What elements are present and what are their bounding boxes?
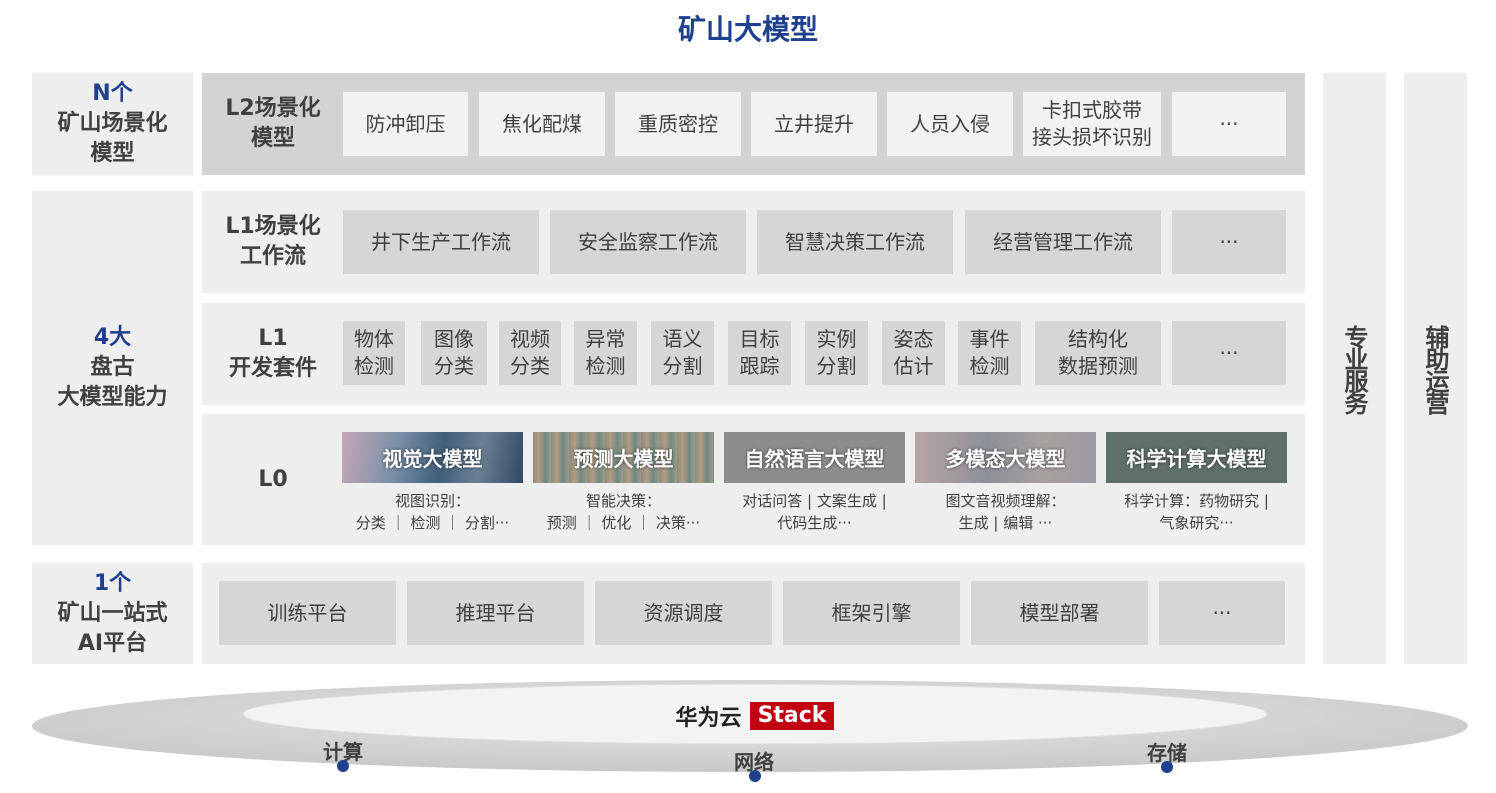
l1-kit-item[interactable]: 物体 检测 — [343, 321, 405, 385]
row-label-line: 开发套件 — [228, 356, 317, 381]
platform-item[interactable]: 框架引擎 — [783, 581, 960, 645]
side-auxiliary-operations: 辅助运营 — [1404, 73, 1467, 664]
row-label-l0: L0 — [258, 466, 288, 492]
l1-workflow-item[interactable]: 智慧决策工作流 — [757, 210, 953, 274]
model-desc-line: 视图识别： — [394, 492, 470, 510]
l2-item[interactable]: 防冲卸压 — [343, 92, 468, 156]
left-label-line: 大模型能力 — [57, 385, 168, 410]
row-label-l1-kit: L1 开发套件 — [206, 310, 340, 398]
model-desc-line: 图文音视频理解： — [945, 492, 1066, 510]
compute-dot — [337, 760, 349, 772]
side-professional-services: 专业服务 — [1323, 73, 1386, 664]
network-dot — [749, 770, 761, 782]
model-desc-line: 科学计算：药物研究 | — [1124, 492, 1269, 510]
row-label-line: 模型 — [250, 126, 295, 151]
left-label-n-models: N个 矿山场景化 模型 — [32, 73, 193, 175]
model-desc-line: 对话问答 | 文案生成 | — [742, 492, 887, 510]
left-label-line: AI平台 — [77, 630, 148, 656]
left-label-one-platform: 1个 矿山一站式 AI平台 — [32, 563, 193, 664]
left-label-highlight: N个 — [92, 81, 133, 106]
left-label-line: 矿山一站式 — [57, 600, 168, 626]
model-description: 视图识别： 分类 ｜ 检测 ｜ 分割··· — [335, 490, 530, 536]
l1-kit-item[interactable]: 事件 检测 — [958, 321, 1021, 385]
model-nlp[interactable]: 自然语言大模型 — [724, 432, 905, 483]
side-label: 辅助运营 — [1421, 324, 1449, 413]
model-desc-line: 预测 ｜ 优化 ｜ 决策··· — [546, 514, 701, 532]
l2-item[interactable]: 焦化配煤 — [479, 92, 605, 156]
model-description: 科学计算：药物研究 | 气象研究··· — [1099, 490, 1294, 536]
model-name: 科学计算大模型 — [1126, 447, 1267, 471]
l1-workflow-item[interactable]: 安全监察工作流 — [550, 210, 746, 274]
model-desc-line: 智能决策： — [585, 492, 661, 510]
l2-item-more[interactable]: ··· — [1172, 92, 1286, 156]
platform-item[interactable]: 模型部署 — [971, 581, 1148, 645]
model-desc-line: 分类 ｜ 检测 ｜ 分割··· — [355, 514, 510, 532]
model-scientific[interactable]: 科学计算大模型 — [1106, 432, 1287, 483]
model-name: 视觉大模型 — [382, 447, 483, 471]
brand-name: 华为云 — [675, 706, 742, 731]
row-label-line: L1 — [258, 326, 288, 351]
l1-kit-item-more[interactable]: ··· — [1172, 321, 1286, 385]
l1-kit-item[interactable]: 姿态 估计 — [882, 321, 945, 385]
platform-item[interactable]: 推理平台 — [407, 581, 584, 645]
l1-kit-item[interactable]: 图像 分类 — [421, 321, 487, 385]
row-label-line: L2场景化 — [225, 96, 321, 121]
left-label-line: 矿山场景化 — [57, 111, 168, 136]
row-label-line: 工作流 — [239, 244, 306, 269]
left-label-line: 盘古 — [90, 355, 135, 380]
left-label-four-capabilities: 4大 盘古 大模型能力 — [32, 191, 193, 545]
platform-item-more[interactable]: ··· — [1159, 581, 1285, 645]
model-description: 对话问答 | 文案生成 | 代码生成··· — [717, 490, 912, 536]
l1-workflow-item-more[interactable]: ··· — [1172, 210, 1286, 274]
model-name: 自然语言大模型 — [744, 447, 885, 471]
model-description: 图文音视频理解： 生成 | 编辑 ··· — [908, 490, 1103, 536]
model-name: 多模态大模型 — [945, 447, 1066, 471]
l2-item[interactable]: 人员入侵 — [887, 92, 1013, 156]
model-prediction[interactable]: 预测大模型 — [533, 432, 714, 483]
model-desc-line: 生成 | 编辑 ··· — [958, 514, 1053, 532]
l1-workflow-item[interactable]: 井下生产工作流 — [343, 210, 539, 274]
row-label-l2: L2场景化 模型 — [206, 80, 340, 168]
left-label-line: 模型 — [90, 141, 135, 166]
left-label-highlight: 1个 — [93, 570, 132, 596]
l1-kit-item[interactable]: 视频 分类 — [499, 321, 561, 385]
l2-item[interactable]: 卡扣式胶带 接头损坏识别 — [1023, 92, 1161, 156]
storage-dot — [1161, 761, 1173, 773]
model-multimodal[interactable]: 多模态大模型 — [915, 432, 1096, 483]
model-description: 智能决策： 预测 ｜ 优化 ｜ 决策··· — [526, 490, 721, 536]
model-desc-line: 气象研究··· — [1159, 514, 1234, 532]
left-label-highlight: 4大 — [93, 325, 132, 350]
page-title: 矿山大模型 — [677, 13, 818, 46]
model-desc-line: 代码生成··· — [777, 514, 852, 532]
model-name: 预测大模型 — [573, 447, 674, 471]
l2-item[interactable]: 重质密控 — [615, 92, 741, 156]
l1-kit-item[interactable]: 目标 跟踪 — [728, 321, 791, 385]
l1-kit-item[interactable]: 实例 分割 — [805, 321, 868, 385]
l2-item[interactable]: 立井提升 — [751, 92, 877, 156]
huawei-cloud-stack-logo: 华为云 Stack — [600, 700, 910, 732]
stack-badge: Stack — [749, 702, 835, 730]
l1-kit-item[interactable]: 结构化 数据预测 — [1035, 321, 1161, 385]
row-label-line: L1场景化 — [225, 214, 321, 239]
l1-workflow-item[interactable]: 经营管理工作流 — [965, 210, 1161, 274]
side-label: 专业服务 — [1340, 324, 1368, 413]
platform-item[interactable]: 资源调度 — [595, 581, 772, 645]
l1-kit-item[interactable]: 语义 分割 — [651, 321, 714, 385]
platform-item[interactable]: 训练平台 — [219, 581, 396, 645]
model-vision[interactable]: 视觉大模型 — [342, 432, 523, 483]
l1-kit-item[interactable]: 异常 检测 — [574, 321, 637, 385]
row-label-l1-workflow: L1场景化 工作流 — [206, 198, 340, 286]
